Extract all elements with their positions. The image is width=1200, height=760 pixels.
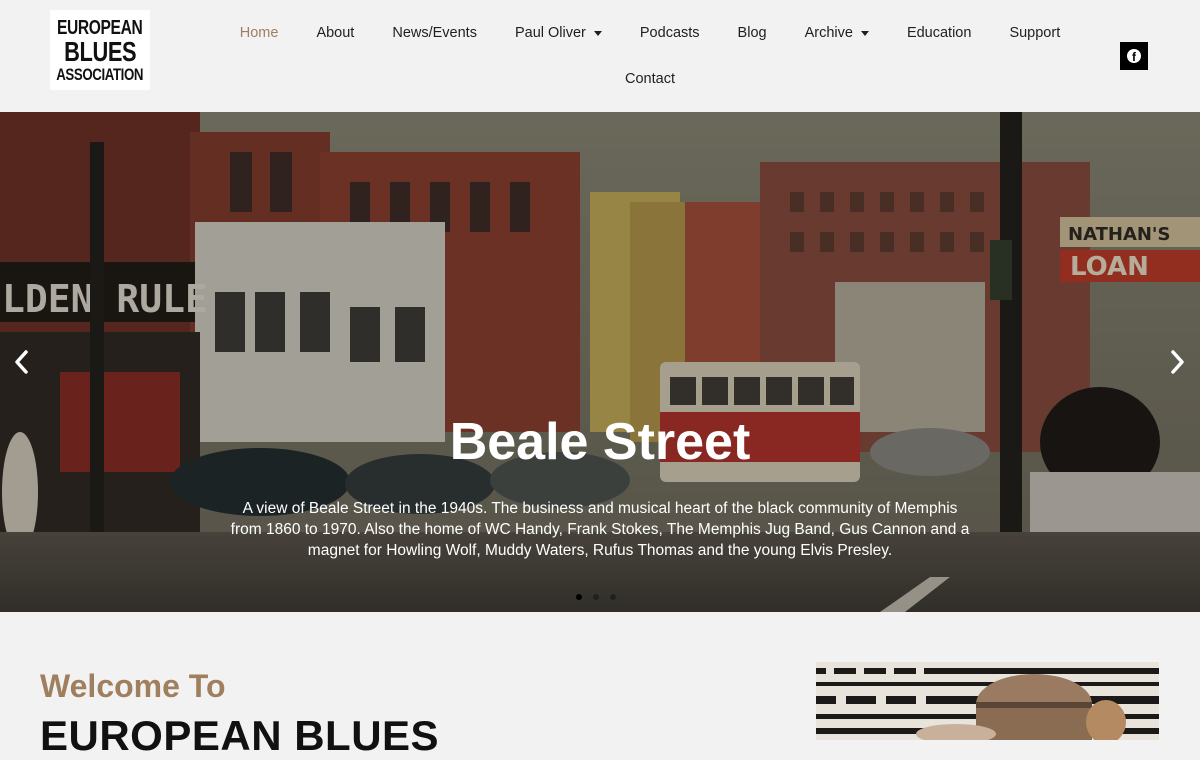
- nav-item-about[interactable]: About: [297, 25, 373, 41]
- slider-next-button[interactable]: [1165, 348, 1189, 376]
- slider-dot-3[interactable]: [610, 594, 616, 600]
- nav-label: Home: [239, 25, 279, 41]
- welcome-feature-image: [816, 662, 1159, 740]
- hero-title: Beale Street: [449, 413, 751, 471]
- nav-row-primary: Home About News/Events Paul Oliver Podca…: [210, 18, 1090, 48]
- site-header: EUROPEAN BLUES ASSOCIATION Home About Ne…: [0, 0, 1200, 112]
- chevron-down-icon: [860, 30, 869, 36]
- facebook-icon: f: [1127, 49, 1141, 63]
- slider-prev-button[interactable]: [10, 348, 34, 376]
- nav-label: Paul Oliver: [514, 25, 586, 41]
- nav-row-secondary: Contact: [210, 64, 1090, 94]
- welcome-title: EUROPEAN BLUES: [40, 712, 440, 759]
- nav-item-contact[interactable]: Contact: [606, 71, 694, 87]
- nav-item-blog[interactable]: Blog: [719, 25, 786, 41]
- nav-item-paul-oliver[interactable]: Paul Oliver: [496, 25, 621, 41]
- hero-slider: LDEN RULE NATHAN'S LOAN Beale Street A v…: [0, 112, 1200, 612]
- slider-dot-2[interactable]: [593, 594, 599, 600]
- slider-dot-1[interactable]: [576, 594, 582, 600]
- nav-label: News/Events: [392, 25, 477, 41]
- chevron-down-icon: [593, 30, 602, 36]
- chevron-left-icon: [15, 350, 28, 374]
- slider-pagination: [576, 594, 616, 600]
- logo-line-3: ASSOCIATION: [56, 64, 144, 84]
- main-navigation: Home About News/Events Paul Oliver Podca…: [210, 18, 1090, 94]
- chevron-right-icon: [1171, 350, 1184, 374]
- hero-description: A view of Beale Street in the 1940s. The…: [230, 500, 970, 559]
- nav-label: Support: [1009, 25, 1061, 41]
- nav-label: Podcasts: [639, 25, 700, 41]
- facebook-link[interactable]: f: [1120, 42, 1148, 70]
- welcome-subtitle: Welcome To: [40, 668, 226, 704]
- nav-item-support[interactable]: Support: [990, 25, 1079, 41]
- nav-item-archive[interactable]: Archive: [786, 25, 888, 41]
- nav-label: Education: [906, 25, 972, 41]
- nav-item-news-events[interactable]: News/Events: [373, 25, 496, 41]
- logo-line-1: EUROPEAN: [57, 16, 143, 39]
- nav-label: About: [316, 25, 355, 41]
- nav-item-podcasts[interactable]: Podcasts: [621, 25, 719, 41]
- nav-label: Blog: [737, 25, 767, 41]
- nav-label: Contact: [625, 71, 675, 87]
- logo-line-2: BLUES: [63, 35, 137, 67]
- nav-item-home[interactable]: Home: [221, 25, 298, 41]
- nav-label: Archive: [804, 25, 853, 41]
- site-logo[interactable]: EUROPEAN BLUES ASSOCIATION: [50, 10, 150, 90]
- nav-item-education[interactable]: Education: [888, 25, 991, 41]
